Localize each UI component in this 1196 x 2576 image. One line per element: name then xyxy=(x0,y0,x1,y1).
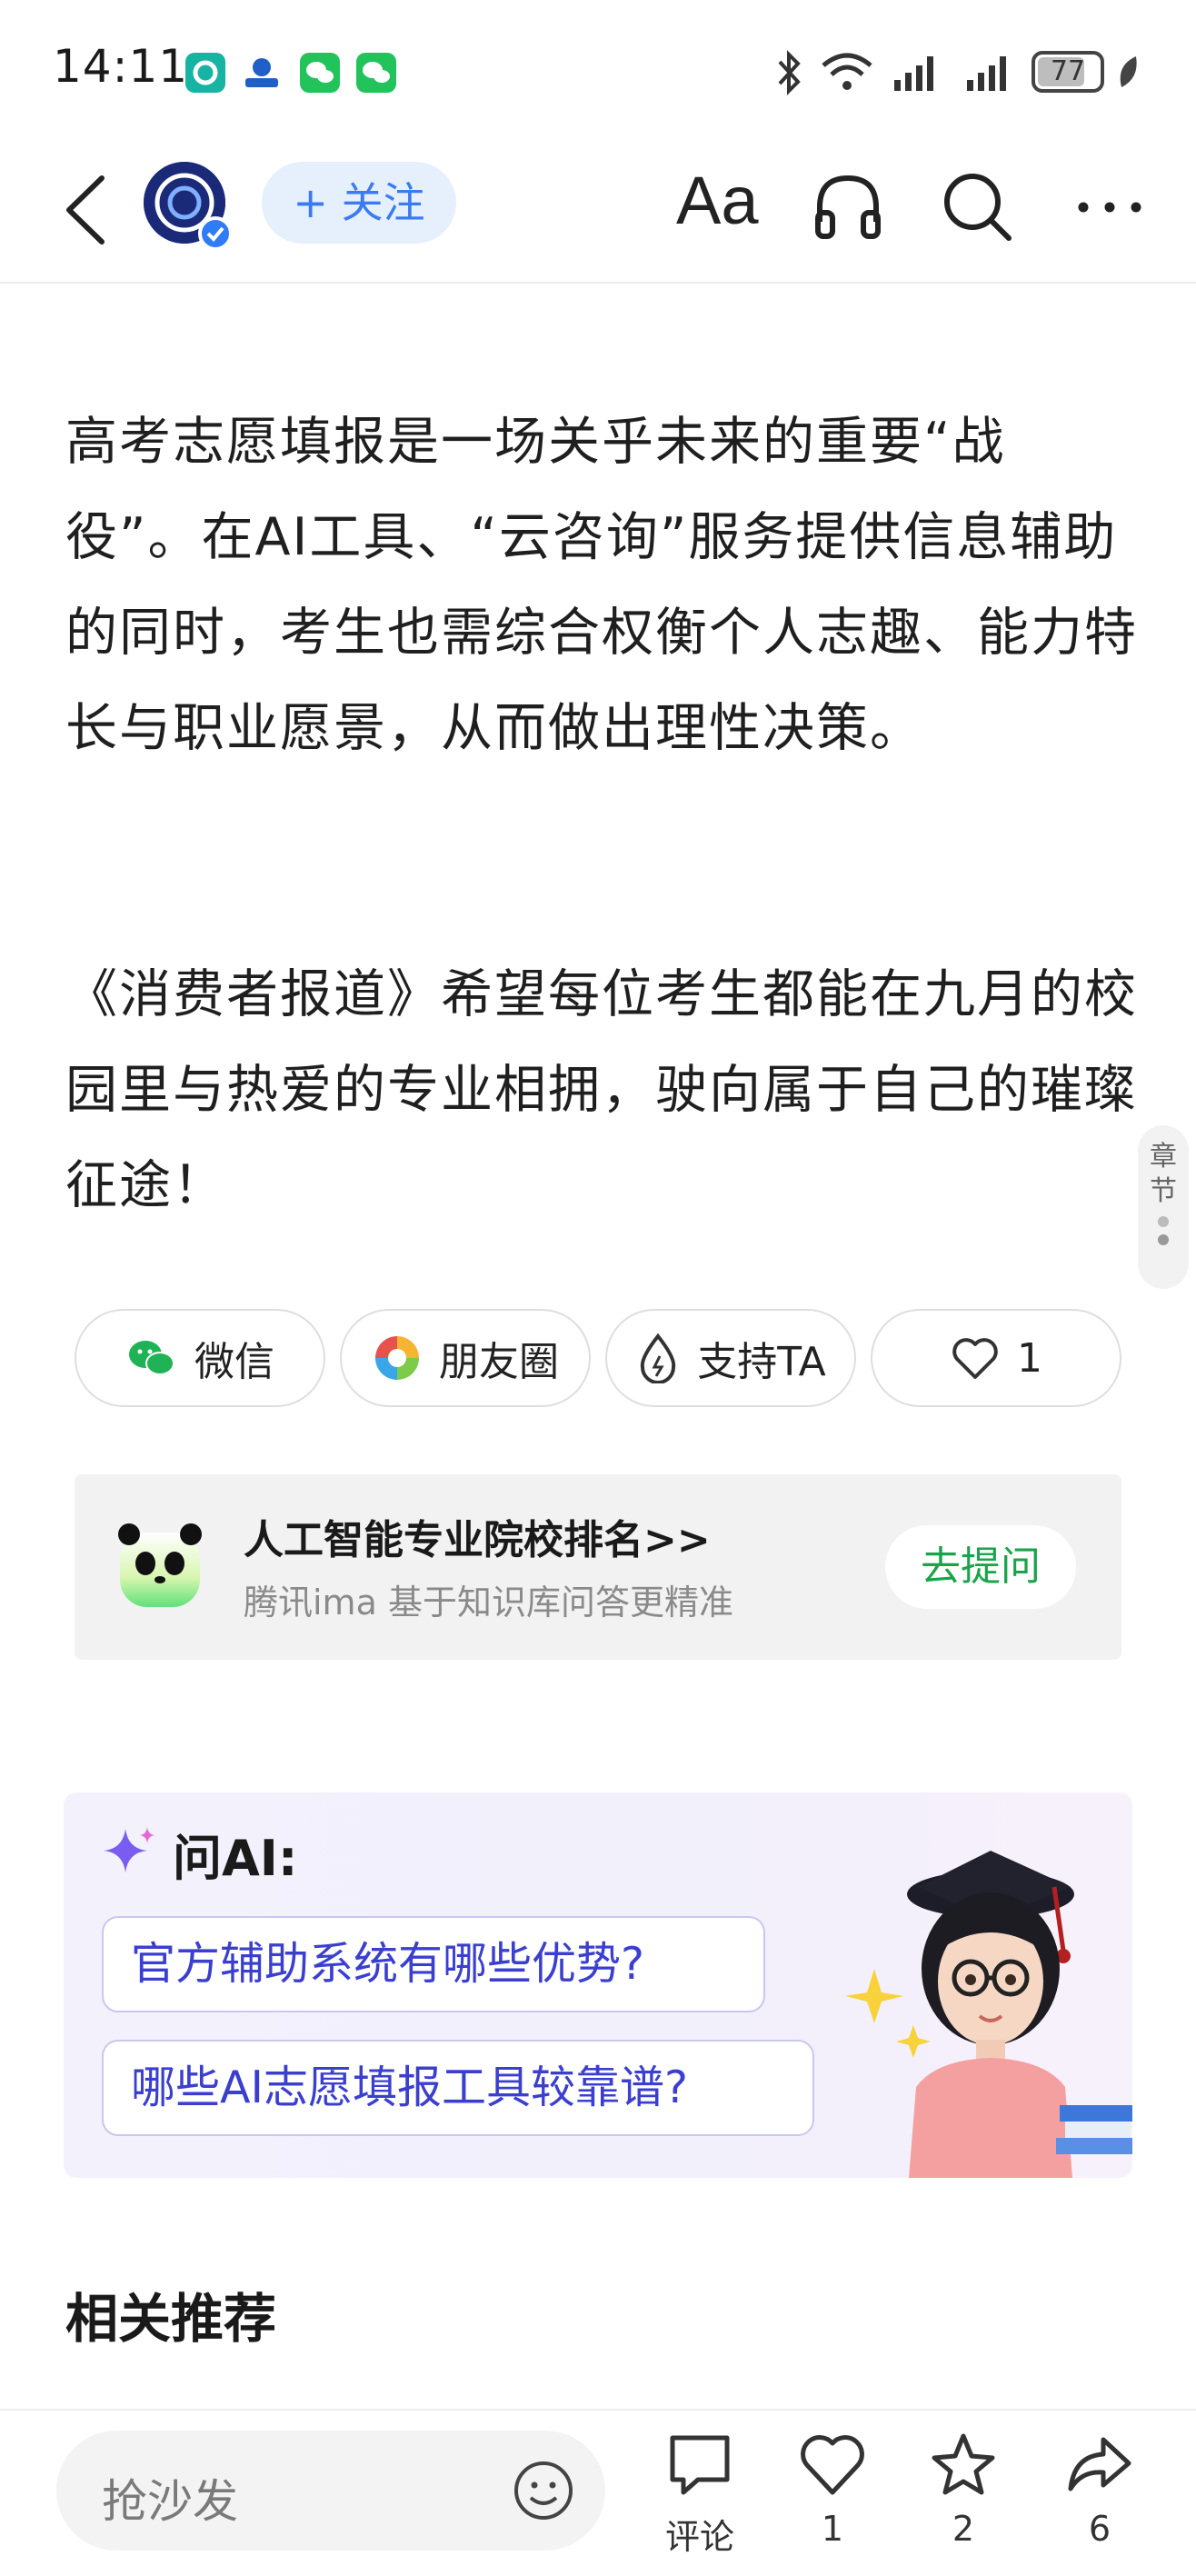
signal-icon xyxy=(967,56,1006,91)
like-button[interactable]: 1 xyxy=(871,1309,1121,1407)
battery-percent: 77 xyxy=(1050,55,1086,87)
chapter-navigator-tab[interactable]: 章 节 xyxy=(1138,1125,1189,1289)
status-bar: 14:11 77 xyxy=(0,0,1196,136)
support-drop-icon xyxy=(641,1333,676,1383)
battery-indicator: 77 xyxy=(1032,51,1104,93)
signal-icon xyxy=(894,56,933,91)
bluetooth-icon xyxy=(778,50,801,95)
wechat-notification-icon xyxy=(356,53,396,93)
star-icon xyxy=(932,2433,995,2495)
share-button[interactable]: 6 xyxy=(1045,2429,1154,2565)
like-count: 1 xyxy=(1017,1334,1042,1382)
share-moments-label: 朋友圈 xyxy=(439,1339,559,1385)
ima-ask-button[interactable]: 去提问 xyxy=(885,1525,1076,1609)
panda-logo-icon xyxy=(118,1523,202,1607)
comment-bubble-icon xyxy=(670,2435,730,2495)
chapter-dot xyxy=(1158,1216,1169,1227)
battery-saver-leaf-icon xyxy=(1120,56,1137,87)
search-icon[interactable] xyxy=(936,165,1018,247)
wechat-icon xyxy=(129,1341,174,1375)
ask-ai-card: 问AI: 官方辅助系统有哪些优势? 哪些AI志愿填报工具较靠谱? xyxy=(64,1792,1132,2178)
share-arrow-icon xyxy=(1068,2437,1131,2491)
share-wechat-button[interactable]: 微信 xyxy=(75,1309,325,1407)
article-paragraph: 《消费者报道》希望每位考生都能在九月的校园里与热爱的专业相拥，驶向属于自己的璀璨… xyxy=(65,964,1138,1215)
moments-icon xyxy=(375,1336,419,1380)
article-paragraph: 高考志愿填报是一场关乎未来的重要“战役”。在AI工具、“云咨询”服务提供信息辅助… xyxy=(65,412,1138,758)
ima-promo-card[interactable]: 人工智能专业院校排名>> 腾讯ima 基于知识库问答更精准 去提问 xyxy=(75,1474,1121,1660)
more-options-icon[interactable] xyxy=(1069,165,1151,247)
wechat-notification-icon xyxy=(300,53,340,93)
wifi-icon xyxy=(822,53,872,90)
follow-button[interactable]: + 关注 xyxy=(262,162,456,244)
comment-input[interactable]: 抢沙发 xyxy=(56,2431,605,2551)
app-notification-icon xyxy=(185,53,225,93)
ask-ai-question[interactable]: 哪些AI志愿填报工具较靠谱? xyxy=(102,2040,814,2136)
font-size-button[interactable]: Aa xyxy=(676,162,759,239)
comment-placeholder: 抢沙发 xyxy=(102,2475,238,2528)
chapter-dot xyxy=(1158,1234,1169,1245)
ask-ai-title: 问AI: xyxy=(173,1830,298,1887)
support-author-label: 支持TA xyxy=(697,1339,826,1385)
chapter-tab-label: 章 xyxy=(1150,1141,1177,1173)
verified-badge-icon xyxy=(198,216,233,251)
emoji-icon[interactable] xyxy=(511,2458,576,2523)
like-count: 1 xyxy=(821,2509,844,2549)
bottom-action-bar: 抢沙发 评论 1 2 6 xyxy=(0,2409,1196,2576)
comment-label: 评论 xyxy=(664,2517,734,2557)
ima-title[interactable]: 人工智能专业院校排名>> xyxy=(244,1507,711,1565)
headphones-icon[interactable] xyxy=(807,165,889,247)
graduate-girl-illustration xyxy=(845,1851,1132,2178)
back-arrow-icon[interactable] xyxy=(56,169,120,251)
favorite-button[interactable]: 2 xyxy=(909,2429,1018,2565)
ask-ai-question[interactable]: 官方辅助系统有哪些优势? xyxy=(102,1916,765,2012)
share-moments-button[interactable]: 朋友圈 xyxy=(340,1309,591,1407)
ima-subtitle: 腾讯ima 基于知识库问答更精准 xyxy=(244,1583,733,1622)
heart-icon xyxy=(952,1338,998,1379)
chapter-tab-label: 节 xyxy=(1150,1175,1177,1207)
heart-icon xyxy=(801,2435,864,2495)
police-app-icon xyxy=(242,53,282,93)
status-time: 14:11 xyxy=(53,40,189,93)
share-wechat-label: 微信 xyxy=(194,1339,274,1385)
like-article-button[interactable]: 1 xyxy=(778,2429,887,2565)
comment-button[interactable]: 评论 xyxy=(645,2429,754,2565)
share-count: 6 xyxy=(1088,2509,1111,2549)
sparkle-icon xyxy=(104,1827,154,1872)
favorite-count: 2 xyxy=(952,2509,975,2549)
top-nav-bar: + 关注 Aa xyxy=(0,136,1196,284)
support-author-button[interactable]: 支持TA xyxy=(605,1309,856,1407)
related-section-title: 相关推荐 xyxy=(65,2288,277,2350)
